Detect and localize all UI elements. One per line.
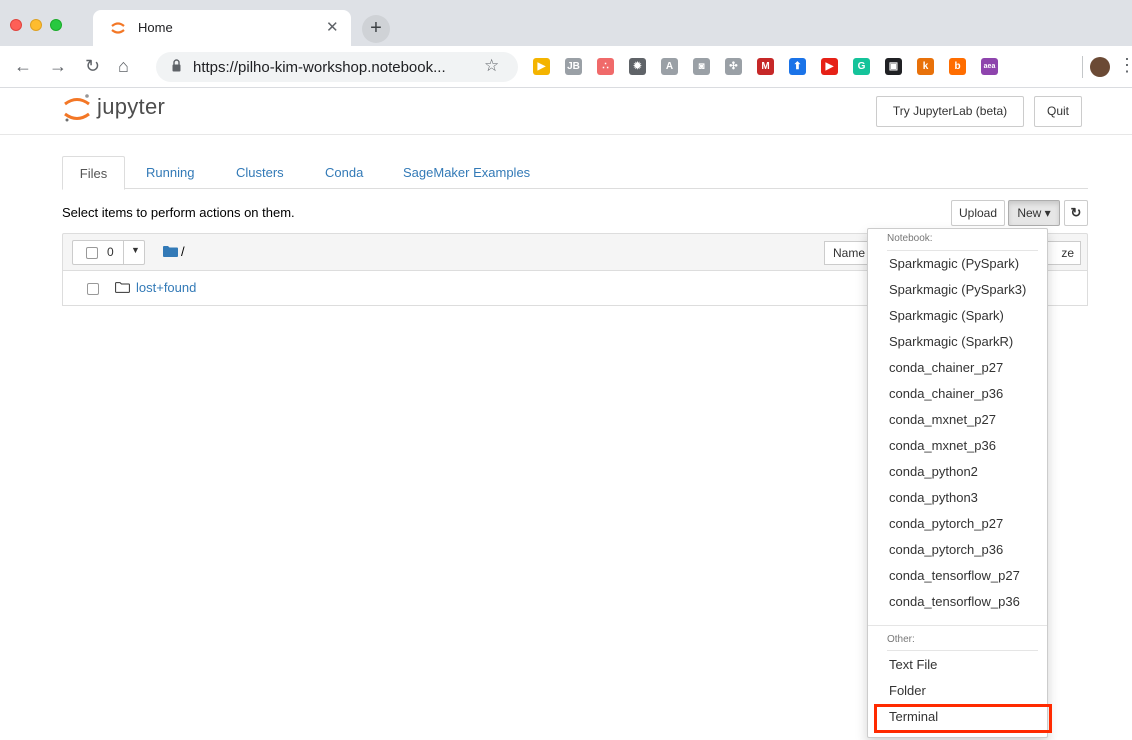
menu-item-conda-mxnet-p36[interactable]: conda_mxnet_p36: [889, 438, 996, 453]
ext-m-icon[interactable]: M: [757, 58, 774, 75]
toolbar-divider: [1082, 56, 1083, 78]
select-hint-text: Select items to perform actions on them.: [62, 205, 295, 220]
bookmark-star-icon[interactable]: ☆: [484, 56, 499, 76]
item-link[interactable]: lost+found: [136, 280, 196, 295]
ext-ghost-icon[interactable]: ▣: [885, 58, 902, 75]
menu-item-folder[interactable]: Folder: [889, 683, 926, 698]
url-text: https://pilho-kim-workshop.notebook...: [193, 59, 446, 76]
selected-count: 0: [107, 245, 114, 259]
browser-toolbar: ← → ↻ ⌂ https://pilho-kim-workshop.noteb…: [0, 46, 1132, 88]
ext-play-icon[interactable]: ▶: [533, 58, 550, 75]
menu-item-sparkmagic-sparkr[interactable]: Sparkmagic (SparkR): [889, 334, 1013, 349]
profile-avatar[interactable]: [1090, 57, 1110, 77]
ext-youtube-icon[interactable]: ▶: [821, 58, 838, 75]
quit-button[interactable]: Quit: [1034, 96, 1082, 127]
other-section-rule: [887, 650, 1038, 651]
ext-aea-icon[interactable]: aea: [981, 58, 998, 75]
ext-angular-icon[interactable]: A: [661, 58, 678, 75]
select-all-checkbox[interactable]: [86, 247, 98, 259]
new-dropdown-button[interactable]: New ▾: [1008, 200, 1060, 226]
window-minimize-button[interactable]: [30, 19, 42, 31]
notebook-section-header: Notebook:: [887, 233, 933, 244]
tab-files[interactable]: Files: [62, 156, 125, 190]
select-caret-icon[interactable]: ▼: [131, 245, 140, 255]
jupyter-favicon-icon: [111, 22, 125, 34]
ext-rss-icon[interactable]: ◙: [693, 58, 710, 75]
folder-icon[interactable]: [163, 246, 178, 257]
other-section-header: Other:: [887, 634, 915, 645]
reload-icon[interactable]: ↻: [85, 56, 100, 76]
menu-item-conda-pytorch-p36[interactable]: conda_pytorch_p36: [889, 542, 1003, 557]
menu-item-sparkmagic-pyspark[interactable]: Sparkmagic (PySpark): [889, 256, 1019, 271]
select-all-group[interactable]: 0 ▼: [72, 240, 145, 265]
menu-kebab-icon[interactable]: ⋮: [1118, 55, 1132, 76]
window-zoom-button[interactable]: [50, 19, 62, 31]
menu-item-sparkmagic-pyspark3[interactable]: Sparkmagic (PySpark3): [889, 282, 1026, 297]
menu-item-conda-chainer-p27[interactable]: conda_chainer_p27: [889, 360, 1003, 375]
forward-arrow-icon[interactable]: →: [49, 56, 67, 76]
notebook-section-rule: [887, 250, 1038, 251]
browser-tab-title: Home: [138, 20, 173, 35]
item-checkbox[interactable]: [87, 283, 99, 295]
ext-gear-icon[interactable]: ✹: [629, 58, 646, 75]
tab-close-icon[interactable]: ✕: [326, 18, 339, 36]
refresh-icon[interactable]: ↻: [1064, 200, 1088, 226]
ext-puzzle-icon[interactable]: ✣: [725, 58, 742, 75]
ext-asana-icon[interactable]: ∴: [597, 58, 614, 75]
browser-tab-home[interactable]: Home ✕: [93, 10, 351, 46]
new-tab-button[interactable]: +: [362, 15, 390, 43]
new-dropdown-menu: Notebook: Sparkmagic (PySpark) Sparkmagi…: [867, 228, 1048, 738]
menu-item-sparkmagic-spark[interactable]: Sparkmagic (Spark): [889, 308, 1004, 323]
lock-icon: [172, 59, 181, 72]
back-arrow-icon[interactable]: ←: [14, 56, 32, 76]
ext-b-icon[interactable]: b: [949, 58, 966, 75]
menu-divider: [868, 625, 1047, 626]
ext-arrow-icon[interactable]: ⬆: [789, 58, 806, 75]
ext-grammarly-icon[interactable]: G: [853, 58, 870, 75]
select-divider: [123, 241, 124, 264]
sort-by-size-button[interactable]: ze: [1043, 241, 1081, 265]
browser-tab-strip: Home ✕ +: [0, 0, 1132, 46]
jupyter-header: jupyter Try JupyterLab (beta) Quit: [0, 88, 1132, 135]
folder-outline-icon: [115, 282, 130, 293]
tab-conda[interactable]: Conda: [325, 156, 363, 189]
menu-item-conda-pytorch-p27[interactable]: conda_pytorch_p27: [889, 516, 1003, 531]
tab-running[interactable]: Running: [146, 156, 194, 189]
sort-by-name-button[interactable]: Name: [824, 241, 872, 265]
menu-item-conda-tensorflow-p27[interactable]: conda_tensorflow_p27: [889, 568, 1020, 583]
jupyter-logo-icon: [64, 94, 90, 122]
ext-jb-icon[interactable]: JB: [565, 58, 582, 75]
tab-clusters[interactable]: Clusters: [236, 156, 284, 189]
ext-k-icon[interactable]: k: [917, 58, 934, 75]
tab-sagemaker-examples[interactable]: SageMaker Examples: [403, 156, 530, 189]
address-bar[interactable]: https://pilho-kim-workshop.notebook... ☆: [156, 52, 518, 82]
window-close-button[interactable]: [10, 19, 22, 31]
home-icon[interactable]: ⌂: [118, 56, 129, 76]
menu-item-conda-tensorflow-p36[interactable]: conda_tensorflow_p36: [889, 594, 1020, 609]
try-jupyterlab-button[interactable]: Try JupyterLab (beta): [876, 96, 1024, 127]
terminal-highlight-box: [874, 704, 1052, 733]
menu-item-conda-python3[interactable]: conda_python3: [889, 490, 978, 505]
menu-item-conda-chainer-p36[interactable]: conda_chainer_p36: [889, 386, 1003, 401]
menu-item-text-file[interactable]: Text File: [889, 657, 937, 672]
jupyter-logo-text: jupyter: [97, 94, 166, 119]
upload-button[interactable]: Upload: [951, 200, 1005, 226]
dashboard-tabs: Files Running Clusters Conda SageMaker E…: [62, 156, 1088, 190]
breadcrumb-path[interactable]: /: [181, 244, 185, 259]
menu-item-conda-python2[interactable]: conda_python2: [889, 464, 978, 479]
menu-item-conda-mxnet-p27[interactable]: conda_mxnet_p27: [889, 412, 996, 427]
